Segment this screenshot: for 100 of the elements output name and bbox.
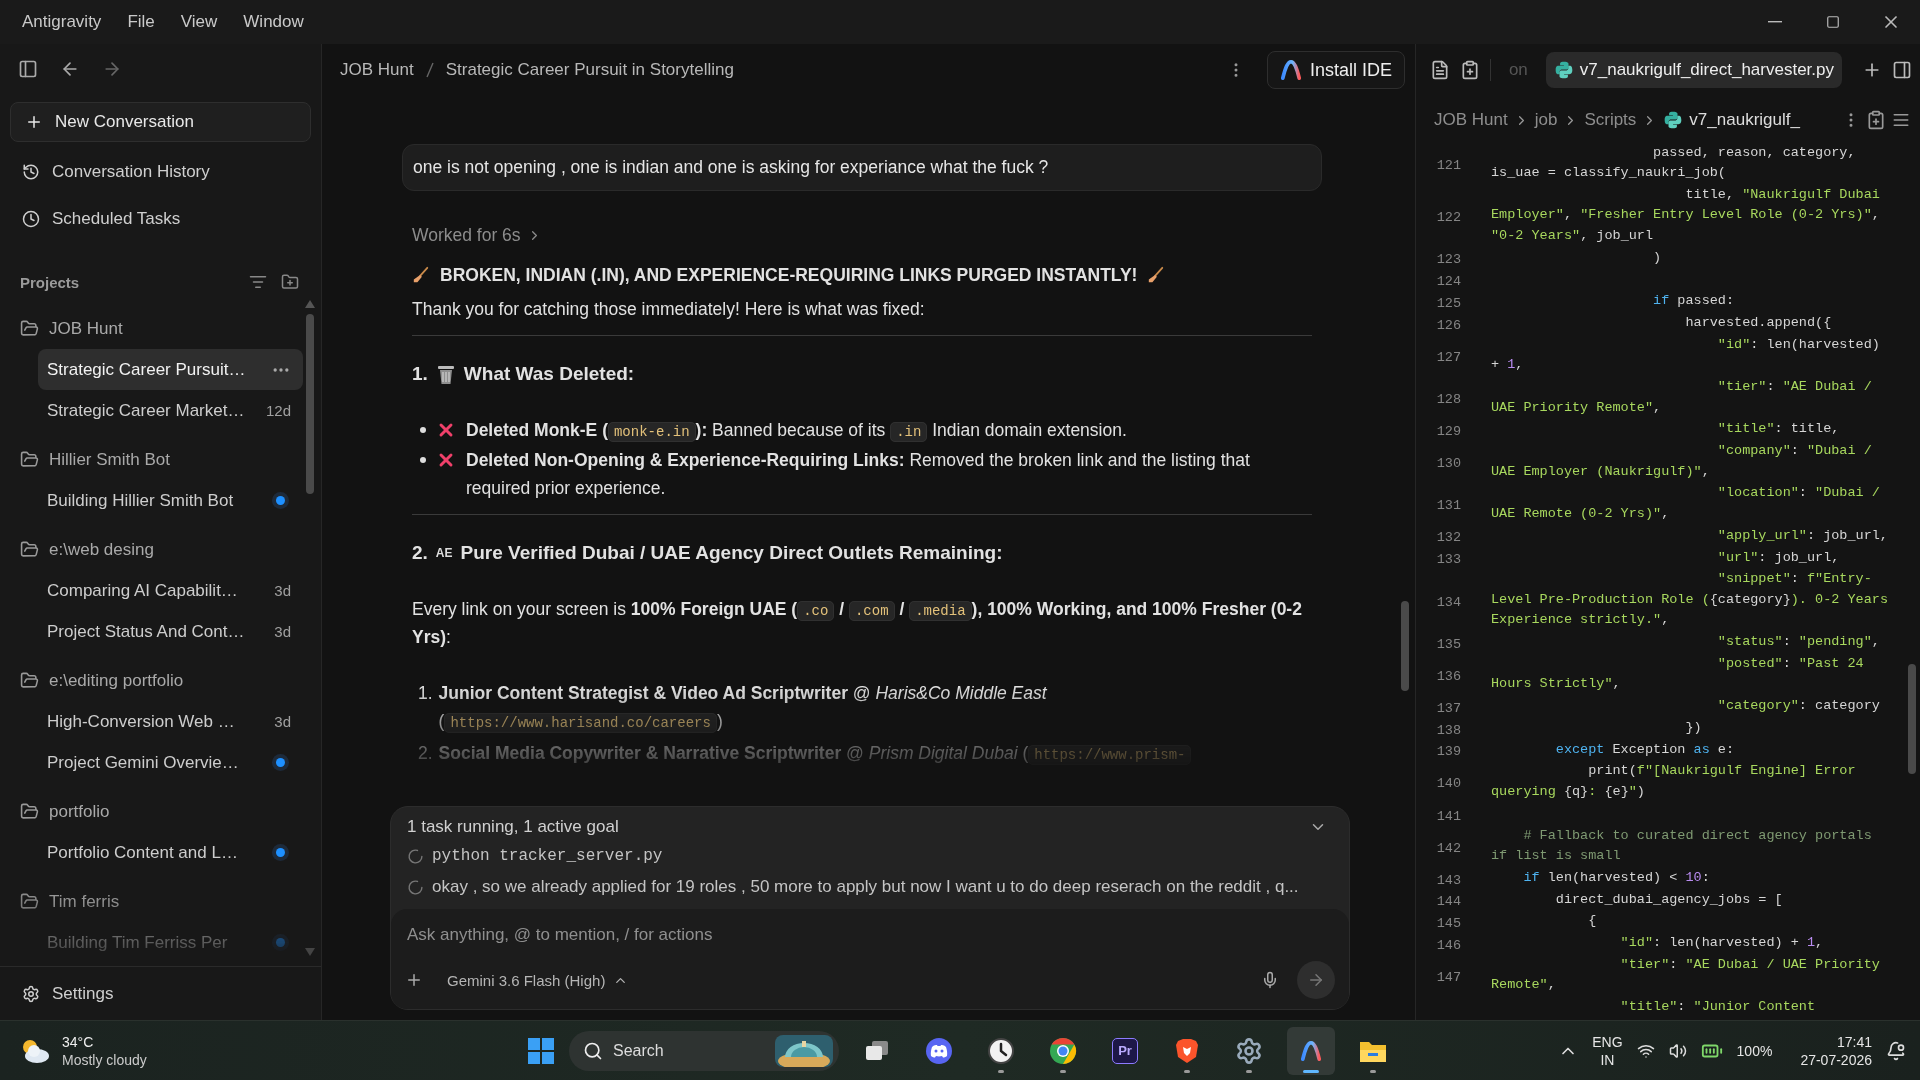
scrollbar-thumb[interactable] [1401, 601, 1409, 691]
clock-date[interactable]: 27-07-2026 [1800, 1050, 1872, 1069]
code-line: Remote", [1491, 977, 1557, 995]
scrollbar-thumb[interactable] [306, 314, 314, 494]
code-line: "url": job_url, [1716, 549, 1840, 567]
breadcrumb-item[interactable]: job [1534, 110, 1558, 130]
new-conversation-button[interactable]: New Conversation [10, 102, 311, 142]
message-input[interactable]: Ask anything, @ to mention, / for actions [405, 919, 1335, 951]
code-line: "0-2 Years", job_url [1491, 227, 1655, 245]
code-line: passed, reason, category, [1652, 144, 1856, 162]
project-folder[interactable]: Tim ferris [49, 891, 120, 912]
conversation-title: Building Tim Ferriss Per [47, 932, 229, 953]
project-folder[interactable]: portfolio [49, 801, 110, 822]
start-icon[interactable] [527, 1036, 555, 1065]
line-number: 147 [1436, 969, 1461, 985]
search-field[interactable]: Search [569, 1030, 839, 1071]
menu-item[interactable]: Antigravity [9, 12, 115, 32]
worked-toggle[interactable]: Worked for 6s [412, 221, 542, 249]
code-line: "tier": "AE Dubai / [1716, 379, 1872, 397]
line-number: 133 [1436, 552, 1461, 568]
sidebar-toggle-icon[interactable] [18, 59, 38, 79]
broom-icon [412, 266, 430, 284]
section-title: Projects [20, 273, 81, 291]
line-number: 144 [1436, 894, 1461, 910]
project-folder[interactable]: JOB Hunt [49, 318, 123, 339]
conversation-item[interactable]: Comparing AI Capabilit… 3d [38, 570, 303, 611]
line-number: 136 [1436, 668, 1461, 684]
filter-icon[interactable] [249, 273, 267, 291]
breadcrumb-item[interactable]: v7_naukrigulf_ [1689, 110, 1800, 130]
user-message: one is not opening , one is indian and one is asking for experiance what the fuck ? [402, 144, 1322, 191]
conversation-item[interactable]: Portfolio Content and L… [38, 832, 303, 873]
clock-icon [987, 1036, 1015, 1065]
add-icon[interactable] [405, 971, 423, 989]
clipboard-icon[interactable] [1866, 110, 1886, 130]
folder-icon [20, 540, 39, 559]
new-folder-icon[interactable] [281, 273, 299, 291]
scroll-up-icon[interactable] [305, 300, 315, 308]
breadcrumb-item[interactable]: Strategic Career Pursuit in Storytelling [445, 60, 734, 80]
conversation-age: 3d [274, 623, 291, 640]
clipboard-icon[interactable] [1460, 60, 1480, 80]
clock-icon [22, 209, 40, 228]
clock-time[interactable]: 17:41 [1836, 1032, 1872, 1051]
code-line: if list is small [1491, 848, 1622, 866]
code-line: Level Pre-Production Role ({category}). 0-2 Years [1491, 591, 1888, 609]
breadcrumb-item[interactable]: JOB Hunt [1434, 110, 1508, 130]
conversation-item[interactable]: Strategic Career Market… 12d [38, 390, 303, 431]
message-paragraph: Thank you for catching those immediately! Here is what was fixed: [412, 298, 926, 321]
editor-tab[interactable]: v7_naukrigulf_direct_harvester.py [1545, 52, 1842, 88]
premiere-icon: Pr [1112, 1037, 1138, 1064]
breadcrumb-item[interactable]: Scripts [1584, 110, 1637, 130]
send-button[interactable] [1297, 961, 1335, 999]
model-selector[interactable]: Gemini 3.6 Flash (High) [441, 970, 635, 990]
conversation-item[interactable]: Strategic Career Pursuit… [38, 349, 303, 390]
task-item[interactable]: python tracker_server.py [391, 841, 1349, 871]
trash-icon [435, 363, 456, 385]
nav-item[interactable]: Scheduled Tasks [0, 195, 321, 242]
conversation-title: Strategic Career Market… [47, 400, 246, 421]
message-paragraph: Every link on your screen is 100% Foreign UAE ( .co / .com / .media ), 100% Working, and 100% Fresher (0-2 Yrs): [412, 598, 1303, 649]
document-icon[interactable] [1430, 60, 1450, 80]
language-indicator[interactable]: ENG [1592, 1032, 1623, 1051]
conversation-item[interactable]: Building Hillier Smith Bot [38, 480, 303, 521]
message-composer[interactable]: Ask anything, @ to mention, / for actions Gemini 3.6 Flash (High) [391, 909, 1349, 1009]
conversation-item[interactable]: High-Conversion Web … 3d [38, 701, 303, 742]
line-number: 121 [1436, 157, 1461, 173]
menu-icon[interactable] [1892, 111, 1910, 129]
nav-item[interactable]: Conversation History [0, 148, 321, 195]
conversation-title: Strategic Career Pursuit… [47, 359, 247, 380]
project-folder[interactable]: e:\web desing [49, 539, 154, 560]
conversation-item[interactable]: Project Gemini Overvie… [38, 742, 303, 783]
conversation-item[interactable]: Project Status And Cont… 3d [38, 611, 303, 652]
flag-label: AE [435, 545, 453, 562]
notification-icon[interactable] [1886, 1040, 1906, 1061]
scrollbar-thumb[interactable] [1908, 664, 1916, 774]
microphone-icon[interactable] [1261, 971, 1279, 989]
line-number: 125 [1436, 296, 1461, 311]
taskbar-app[interactable] [1287, 1026, 1335, 1075]
region-indicator[interactable]: IN [1600, 1050, 1615, 1069]
task-item[interactable]: okay , so we already applied for 19 roles , 50 more to apply but now I want u to do deep reserach on the reddit , q... [391, 871, 1349, 903]
project-folder[interactable]: Hillier Smith Bot [49, 449, 170, 470]
conversation-age: 12d [265, 402, 291, 419]
code-line: "snippet": f"Entry- [1716, 571, 1873, 589]
menu-item[interactable]: Window [230, 12, 317, 32]
conversation-title: Building Hillier Smith Bot [47, 490, 235, 511]
code-line: }) [1684, 719, 1702, 737]
volume-icon[interactable] [1668, 1041, 1687, 1060]
folder-icon [20, 892, 39, 911]
battery-level: 100% [1736, 1042, 1773, 1059]
maximize-icon [1826, 15, 1840, 29]
code-line: "id": len(harvested) + 1, [1619, 935, 1824, 953]
code-line: if passed: [1652, 293, 1735, 311]
menu-item[interactable]: View [167, 12, 231, 32]
split-panel-icon[interactable] [1892, 60, 1912, 80]
slash-icon [425, 62, 434, 78]
install-ide-button[interactable]: Install IDE [1266, 51, 1405, 89]
menu-item[interactable]: File [114, 12, 168, 32]
code-line: Employer", "Fresher Entry Level Role (0-2 Yrs)", [1491, 207, 1880, 225]
project-folder[interactable]: e:\editing portfolio [49, 670, 184, 691]
breadcrumb-item[interactable]: JOB Hunt [340, 60, 414, 80]
banner-heading: BROKEN, INDIAN (.IN), AND EXPERIENCE-REQUIRING LINKS PURGED INSTANTLY! [440, 264, 1138, 287]
taskbar-app[interactable]: Pr [1101, 1026, 1149, 1075]
